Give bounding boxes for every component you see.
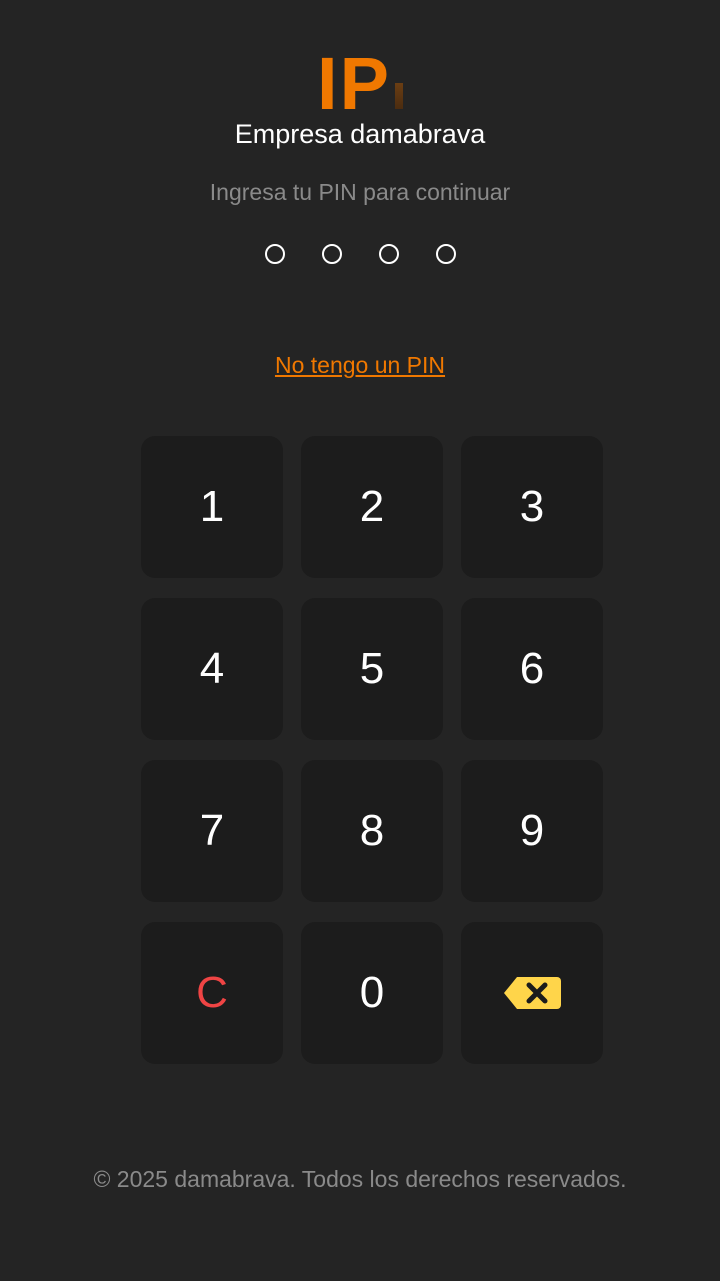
brand-logo: IP xyxy=(0,44,720,124)
company-name: Empresa damabrava xyxy=(234,119,486,149)
key-7[interactable]: 7 xyxy=(141,760,283,902)
key-2[interactable]: 2 xyxy=(301,436,443,578)
key-6[interactable]: 6 xyxy=(461,598,603,740)
key-0[interactable]: 0 xyxy=(301,922,443,1064)
backspace-icon xyxy=(504,977,561,1009)
clear-button[interactable]: C xyxy=(141,922,283,1064)
pin-indicator xyxy=(0,244,720,264)
no-pin-container: No tengo un PIN xyxy=(0,350,720,380)
logo-mark xyxy=(394,83,403,109)
backspace-button[interactable] xyxy=(461,922,603,1064)
footer-copyright: © 2025 damabrava. Todos los derechos res… xyxy=(93,1166,627,1192)
key-8[interactable]: 8 xyxy=(301,760,443,902)
keypad: 1 2 3 4 5 6 7 8 9 C 0 xyxy=(141,436,604,1064)
key-9[interactable]: 9 xyxy=(461,760,603,902)
key-1[interactable]: 1 xyxy=(141,436,283,578)
pin-dot-2 xyxy=(321,244,342,264)
key-5[interactable]: 5 xyxy=(301,598,443,740)
key-3[interactable]: 3 xyxy=(461,436,603,578)
pin-dot-3 xyxy=(378,244,399,264)
pin-dot-4 xyxy=(435,244,456,264)
logo-text: IP xyxy=(317,42,391,125)
pin-dot-1 xyxy=(264,244,285,264)
no-pin-link[interactable]: No tengo un PIN xyxy=(275,352,445,378)
key-4[interactable]: 4 xyxy=(141,598,283,740)
pin-prompt: Ingresa tu PIN para continuar xyxy=(209,179,511,205)
